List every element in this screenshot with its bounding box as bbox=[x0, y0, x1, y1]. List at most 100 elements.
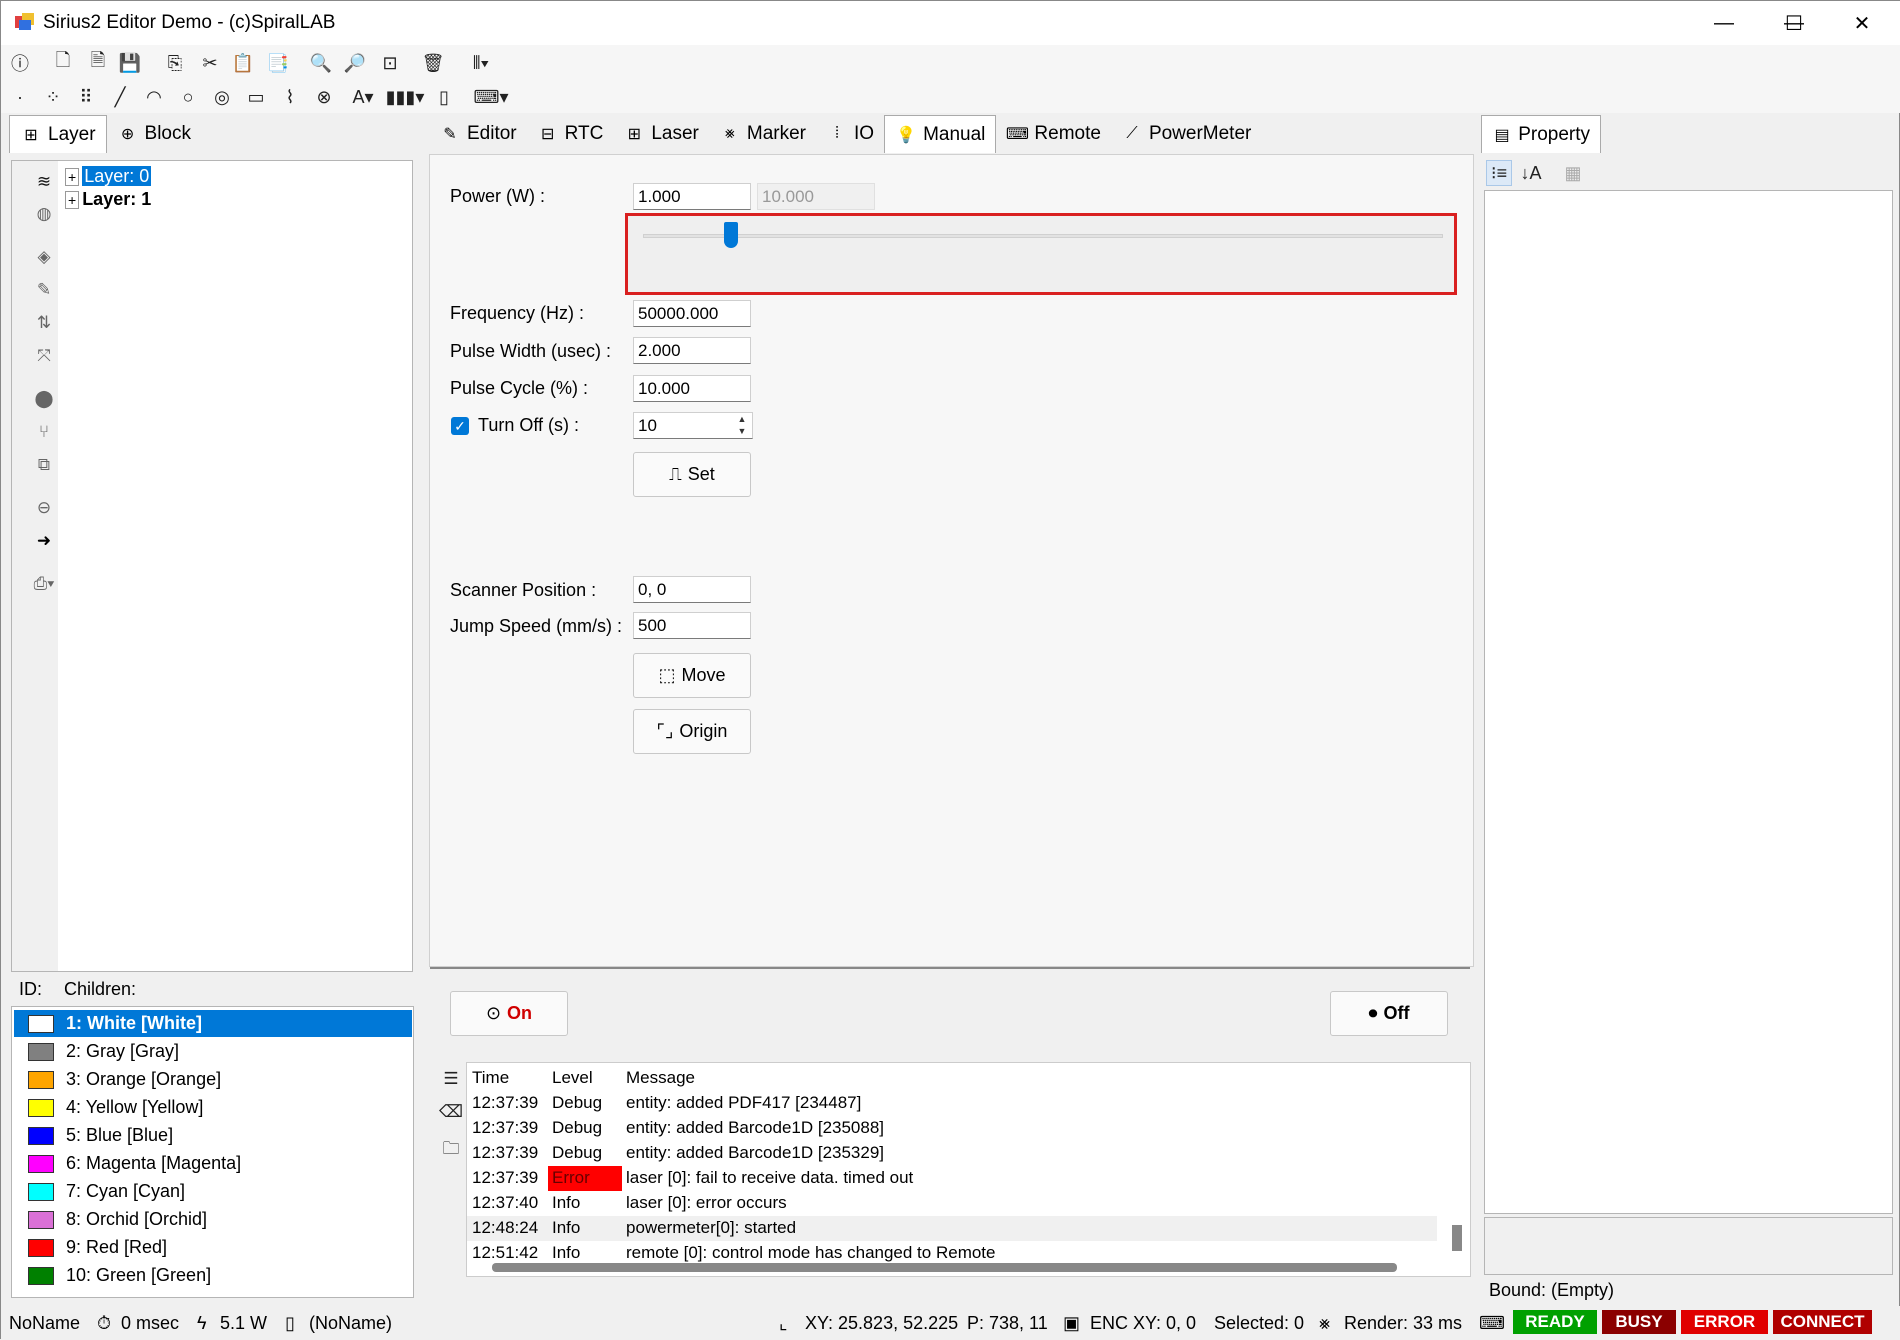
log-row[interactable]: 12:37:39 Debug entity: added PDF417 [23448… bbox=[467, 1091, 1437, 1116]
turn-off-checkbox[interactable]: ✓ bbox=[451, 417, 469, 435]
log-message: powermeter[0]: started bbox=[626, 1218, 797, 1237]
document-icon[interactable]: ▯ bbox=[431, 84, 457, 110]
sort-icon[interactable]: ⇅ bbox=[27, 310, 61, 336]
group-icon[interactable]: ⬤ bbox=[27, 386, 61, 412]
maximize-button[interactable]: ☐ bbox=[1759, 1, 1829, 45]
rotate-icon[interactable]: ⊖ bbox=[27, 495, 61, 521]
cut-icon[interactable]: ✂ bbox=[197, 50, 223, 76]
expand-icon[interactable]: + bbox=[65, 168, 80, 186]
color-swatch bbox=[28, 1042, 54, 1061]
color-list-item[interactable]: 9: Red [Red] bbox=[14, 1234, 412, 1261]
log-list-icon[interactable]: ☰ bbox=[434, 1066, 468, 1092]
log-vertical-scrollbar[interactable] bbox=[1452, 1225, 1462, 1251]
new-file-icon[interactable]: 🗋 bbox=[50, 50, 76, 76]
laser-on-button[interactable]: ⊙ On bbox=[450, 991, 568, 1036]
power-input[interactable]: 1.000 bbox=[633, 183, 751, 210]
jump-speed-input[interactable]: 500 bbox=[633, 612, 751, 639]
color-list-item[interactable]: 5: Blue [Blue] bbox=[14, 1122, 412, 1149]
pulse-cycle-input[interactable]: 10.000 bbox=[633, 375, 751, 402]
folder-icon[interactable]: 🗀 bbox=[434, 1137, 468, 1163]
text-dropdown-icon[interactable]: A▾ bbox=[345, 84, 381, 110]
arc-icon[interactable]: ◠ bbox=[141, 84, 167, 110]
power-slider-thumb[interactable] bbox=[724, 222, 738, 248]
tab-rtc[interactable]: ⊟ RTC bbox=[527, 116, 614, 152]
minimize-button-2[interactable]: — bbox=[1689, 1, 1759, 45]
raster-icon[interactable]: ⠿ bbox=[73, 84, 99, 110]
save-icon[interactable]: 💾 bbox=[117, 50, 143, 76]
spinner-arrows-icon[interactable]: ▲ ▼ bbox=[732, 413, 752, 438]
color-list-item[interactable]: 8: Orchid [Orchid] bbox=[14, 1206, 412, 1233]
tab-editor[interactable]: ✎ Editor bbox=[429, 116, 527, 152]
tab-remote[interactable]: ⌨ Remote bbox=[996, 116, 1111, 152]
zoom-fit-icon[interactable]: ⊡ bbox=[377, 50, 403, 76]
zoom-in-icon[interactable]: 🔎 bbox=[342, 50, 368, 76]
polyline-icon[interactable]: ⌇ bbox=[277, 84, 303, 110]
transform-icon[interactable]: ⤧ bbox=[27, 343, 61, 369]
color-list: 1: White [White] 2: Gray [Gray] 3: Orange … bbox=[11, 1006, 414, 1298]
log-horizontal-scrollbar[interactable] bbox=[492, 1263, 1397, 1272]
sort-az-icon[interactable]: ↓A bbox=[1518, 160, 1544, 186]
set-button[interactable]: ⎍ Set bbox=[633, 452, 751, 497]
arrow-circle-icon[interactable]: ➜ bbox=[27, 528, 61, 554]
points-icon[interactable]: ⁘ bbox=[40, 84, 66, 110]
color-list-item[interactable]: 10: Green [Green] bbox=[14, 1262, 412, 1289]
origin-button[interactable]: ⌜⌟ Origin bbox=[633, 709, 751, 754]
tab-laser[interactable]: ⊞ Laser bbox=[613, 116, 709, 152]
frequency-input[interactable]: 50000.000 bbox=[633, 300, 751, 327]
3d-icon[interactable]: ◍ bbox=[27, 201, 61, 227]
property-pages-icon[interactable]: ▦ bbox=[1560, 160, 1586, 186]
tab-powermeter[interactable]: ⟋ PowerMeter bbox=[1111, 116, 1261, 152]
delete-icon[interactable]: 🗑 bbox=[420, 50, 446, 76]
expand-icon[interactable]: + bbox=[65, 191, 80, 209]
color-list-item[interactable]: 7: Cyan [Cyan] bbox=[14, 1178, 412, 1205]
log-row[interactable]: 12:37:40 Info laser [0]: error occurs bbox=[467, 1191, 1437, 1216]
copy-layer-icon[interactable]: ⧉ bbox=[27, 452, 61, 478]
ctrl-dropdown-icon[interactable]: ⌨▾ bbox=[471, 84, 511, 110]
paste-array-icon[interactable]: 📑 bbox=[265, 50, 291, 76]
color-list-item[interactable]: 4: Yellow [Yellow] bbox=[14, 1094, 412, 1121]
tab-io[interactable]: ⦙ IO bbox=[816, 116, 884, 152]
log-row[interactable]: 12:37:39 Debug entity: added Barcode1D [23… bbox=[467, 1141, 1437, 1166]
align-dropdown-icon[interactable]: ⫴▾ bbox=[463, 50, 499, 76]
circle-icon[interactable]: ○ bbox=[175, 84, 201, 110]
tab-manual[interactable]: 💡 Manual bbox=[884, 115, 997, 153]
color-list-item[interactable]: 6: Magenta [Magenta] bbox=[14, 1150, 412, 1177]
color-list-item[interactable]: 3: Orange [Orange] bbox=[14, 1066, 412, 1093]
branch-icon[interactable]: ⑂ bbox=[27, 419, 61, 445]
close-button[interactable]: ✕ bbox=[1827, 1, 1897, 45]
log-row[interactable]: 12:37:39 Error laser [0]: fail to receive … bbox=[467, 1166, 1437, 1191]
rectangle-icon[interactable]: ▭ bbox=[243, 84, 269, 110]
layers-icon[interactable]: ≋ bbox=[27, 169, 61, 195]
pen-icon[interactable]: ✎ bbox=[27, 277, 61, 303]
color-list-item[interactable]: 1: White [White] bbox=[14, 1010, 412, 1037]
tab-property[interactable]: ▤ Property bbox=[1481, 115, 1601, 153]
zoom-out-icon[interactable]: 🔍 bbox=[308, 50, 334, 76]
tab-marker[interactable]: ⨳ Marker bbox=[709, 116, 816, 152]
power-slider-track[interactable] bbox=[643, 234, 1443, 238]
info-icon[interactable]: ⓘ bbox=[7, 50, 33, 76]
move-button[interactable]: ⬚ Move bbox=[633, 653, 751, 698]
eraser-icon[interactable]: ⌫ bbox=[434, 1099, 468, 1125]
paste-icon[interactable]: 📋 bbox=[230, 50, 256, 76]
export-dropdown-icon[interactable]: ⎙▾ bbox=[27, 571, 61, 597]
trepan-icon[interactable]: ⊗ bbox=[311, 84, 337, 110]
color-list-item[interactable]: 2: Gray [Gray] bbox=[14, 1038, 412, 1065]
tree-node-layer1[interactable]: + Layer: 1 bbox=[65, 189, 151, 210]
log-row[interactable]: 12:37:39 Debug entity: added Barcode1D [23… bbox=[467, 1116, 1437, 1141]
pulse-width-input[interactable]: 2.000 bbox=[633, 337, 751, 364]
laser-off-button[interactable]: ⏺ Off bbox=[1330, 991, 1448, 1036]
categorized-icon[interactable]: ⁝≡ bbox=[1486, 160, 1512, 186]
point-icon[interactable]: · bbox=[7, 84, 33, 110]
tab-block[interactable]: ⊕ Block bbox=[107, 116, 201, 152]
log-row[interactable]: 12:48:24 Info powermeter[0]: started bbox=[467, 1216, 1437, 1241]
barcode-dropdown-icon[interactable]: ▮▮▮▾ bbox=[385, 84, 425, 110]
tab-layer[interactable]: ⊞ Layer bbox=[9, 115, 107, 153]
scanner-position-input[interactable]: 0, 0 bbox=[633, 576, 751, 603]
spiral-icon[interactable]: ◎ bbox=[209, 84, 235, 110]
line-icon[interactable]: ╱ bbox=[107, 84, 133, 110]
log-level: Debug bbox=[552, 1143, 603, 1162]
fill-icon[interactable]: ◈ bbox=[27, 244, 61, 270]
copy-icon[interactable]: ⎘ bbox=[162, 50, 188, 76]
open-file-icon[interactable]: 🗎 bbox=[85, 50, 111, 76]
tree-node-layer0[interactable]: + Layer: 0 bbox=[65, 166, 152, 187]
